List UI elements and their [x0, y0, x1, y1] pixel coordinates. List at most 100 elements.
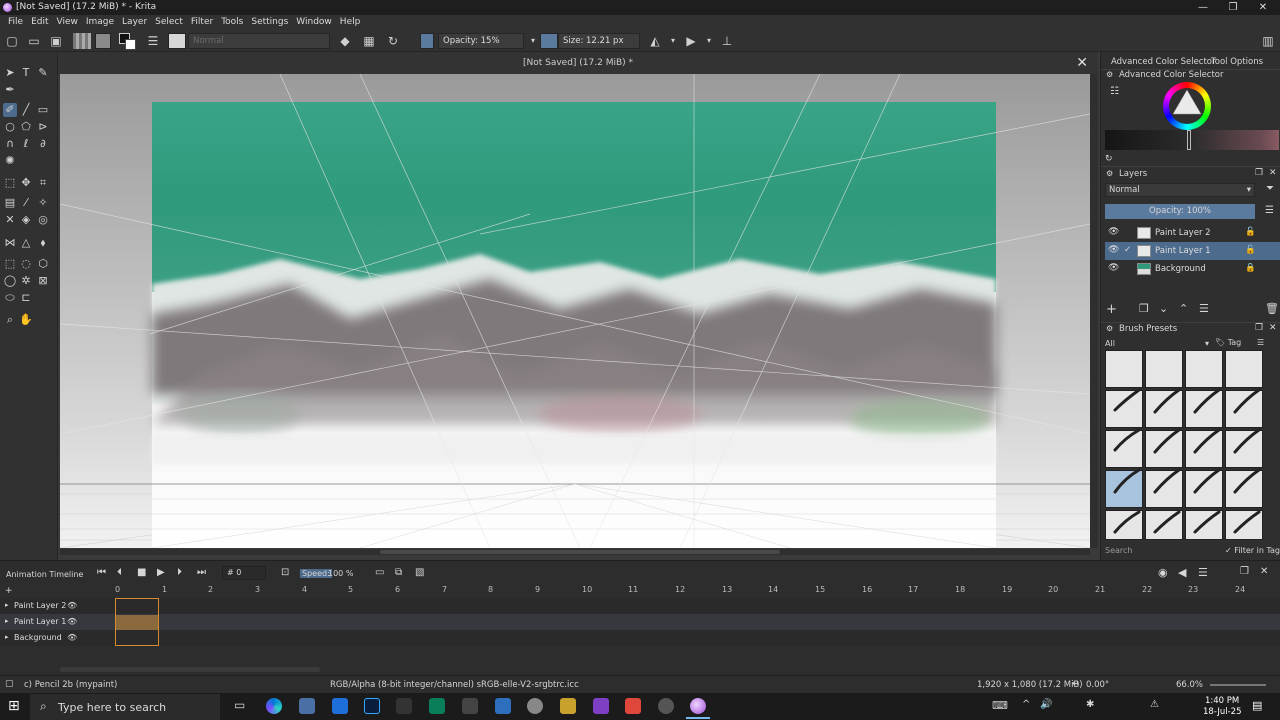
- minimize-button[interactable]: —: [1188, 0, 1218, 15]
- timeline-layer-row[interactable]: ▸ Paint Layer 2 👁: [0, 598, 1280, 614]
- visibility-eye-icon[interactable]: 👁: [67, 633, 77, 642]
- stop-icon[interactable]: ■: [137, 567, 146, 578]
- app-icon[interactable]: [299, 698, 315, 714]
- menu-file[interactable]: File: [4, 15, 27, 30]
- frame-input[interactable]: # 0: [222, 566, 266, 580]
- opacity-slider[interactable]: Opacity: 15%: [438, 33, 524, 49]
- polygon-tool-icon[interactable]: ⬠: [19, 120, 33, 134]
- workspace-icon[interactable]: ▥: [1261, 34, 1275, 48]
- menu-image[interactable]: Image: [82, 15, 118, 30]
- timeline-settings-icon[interactable]: ▧: [415, 567, 424, 578]
- layer-opacity-slider[interactable]: Opacity: 100%: [1105, 204, 1255, 219]
- save-icon[interactable]: ▣: [49, 34, 63, 48]
- layer-row-selected[interactable]: 👁 ✓ Paint Layer 1 🔓: [1105, 242, 1280, 260]
- magnetic-select-icon[interactable]: ⊏: [19, 291, 33, 305]
- add-icon[interactable]: +: [5, 586, 13, 596]
- frame-selection[interactable]: [115, 598, 159, 646]
- duplicate-layer-icon[interactable]: ❐: [1139, 302, 1149, 315]
- visibility-eye-icon[interactable]: 👁: [67, 617, 77, 626]
- chevron-down-icon[interactable]: ▾: [702, 34, 716, 48]
- layer-lock-icon[interactable]: 🔒: [1245, 263, 1256, 273]
- next-frame-icon[interactable]: ⏵: [177, 567, 182, 578]
- reload-preset-icon[interactable]: ↻: [386, 34, 400, 48]
- new-document-icon[interactable]: ▢: [5, 34, 19, 48]
- vertical-scrollbar[interactable]: [1090, 74, 1098, 548]
- brush-menu-icon[interactable]: ☰: [1257, 338, 1264, 347]
- mirror-vertical-icon[interactable]: ▶: [684, 34, 698, 48]
- polygon-select-icon[interactable]: ⬡: [36, 257, 50, 271]
- gear-icon[interactable]: ⚙: [1106, 70, 1113, 79]
- freehand-path-icon[interactable]: ℓ: [19, 137, 33, 151]
- restore-button[interactable]: ❐: [1218, 0, 1248, 15]
- clock-date[interactable]: 18-Jul-25: [1203, 707, 1242, 717]
- layer-blend-mode-select[interactable]: Normal ▾: [1105, 183, 1255, 197]
- calligraphy-icon[interactable]: ✒: [3, 83, 17, 97]
- keyboard-icon[interactable]: ⌨: [992, 699, 1008, 712]
- contiguous-select-icon[interactable]: ✲: [19, 274, 33, 288]
- brush-settings-icon[interactable]: ☰: [146, 34, 160, 48]
- drop-frames-icon[interactable]: ⊡: [281, 567, 289, 578]
- tab-tool-options[interactable]: Tool Options: [1211, 57, 1271, 69]
- timeline-scrollbar[interactable]: [60, 667, 320, 672]
- close-docker-icon[interactable]: ✕: [1269, 323, 1277, 333]
- audio-icon[interactable]: ◉: [1158, 566, 1168, 579]
- size-slider[interactable]: Size: 12.21 px: [558, 33, 640, 49]
- rectangle-tool-icon[interactable]: ▭: [36, 103, 50, 117]
- gear-icon[interactable]: ⚙: [1106, 169, 1113, 178]
- close-button[interactable]: ✕: [1248, 0, 1278, 15]
- freehand-brush-icon[interactable]: ✐: [3, 103, 17, 117]
- color-picker-icon[interactable]: ⁄: [19, 196, 33, 210]
- reference-images-icon[interactable]: ⬧: [36, 236, 50, 250]
- visibility-eye-icon[interactable]: 👁: [1108, 263, 1119, 273]
- menu-layer[interactable]: Layer: [118, 15, 151, 30]
- scrollbar-thumb[interactable]: [380, 550, 780, 554]
- brush-search-input[interactable]: Search: [1105, 546, 1132, 555]
- layer-properties-icon[interactable]: ☰: [1199, 302, 1209, 315]
- terminal-icon[interactable]: [396, 698, 412, 714]
- bezier-tool-icon[interactable]: ∩: [3, 137, 17, 151]
- color-history-strip[interactable]: [1105, 130, 1279, 150]
- similar-select-icon[interactable]: ⊠: [36, 274, 50, 288]
- menu-window[interactable]: Window: [292, 15, 336, 30]
- photoshop-icon[interactable]: [364, 698, 380, 714]
- app-icon[interactable]: [658, 698, 674, 714]
- add-layer-icon[interactable]: +: [1106, 302, 1117, 317]
- brush-filter-select[interactable]: All ▾: [1105, 338, 1209, 350]
- menu-edit[interactable]: Edit: [27, 15, 52, 30]
- ellipse-select-icon[interactable]: ◌: [19, 257, 33, 271]
- transform-tool-icon[interactable]: ⬚: [3, 176, 17, 190]
- drawing-canvas[interactable]: [60, 74, 1090, 548]
- open-folder-icon[interactable]: ▭: [27, 34, 41, 48]
- blend-mode-select[interactable]: Normal: [188, 33, 330, 49]
- enclose-fill-icon[interactable]: ◎: [36, 213, 50, 227]
- visibility-eye-icon[interactable]: 👁: [1108, 245, 1119, 255]
- krita-taskbar-icon[interactable]: [690, 698, 706, 714]
- tag-button[interactable]: 🏷 Tag: [1215, 338, 1241, 347]
- keyframe[interactable]: [116, 615, 158, 630]
- close-document-icon[interactable]: ✕: [1076, 55, 1088, 71]
- warning-icon[interactable]: ⚠: [1150, 699, 1159, 710]
- fg-bg-color-swatch[interactable]: [119, 33, 137, 50]
- onion-skin-icon[interactable]: ▭: [375, 567, 384, 578]
- bezier-select-icon[interactable]: ⬭: [3, 291, 17, 305]
- visibility-eye-icon[interactable]: 👁: [1108, 227, 1119, 237]
- zoom-tool-icon[interactable]: ⌕: [3, 313, 17, 327]
- filter-in-tag-checkbox[interactable]: ✓ Filter in Tag: [1225, 546, 1280, 555]
- select-shapes-icon[interactable]: ➤: [3, 66, 17, 80]
- menu-select[interactable]: Select: [151, 15, 187, 30]
- eraser-icon[interactable]: ◆: [338, 34, 352, 48]
- app-icon[interactable]: [560, 698, 576, 714]
- timeline-menu-icon[interactable]: ☰: [1198, 566, 1208, 579]
- horizontal-scrollbar[interactable]: [60, 549, 1090, 555]
- gradient-tool-icon[interactable]: ▤: [3, 196, 17, 210]
- menu-view[interactable]: View: [53, 15, 82, 30]
- windows-start-icon[interactable]: ⊞: [8, 698, 20, 714]
- float-docker-icon[interactable]: ❐: [1240, 566, 1249, 577]
- pan-tool-icon[interactable]: ✋: [19, 313, 33, 327]
- dynamic-brush-icon[interactable]: ∂: [36, 137, 50, 151]
- move-layer-down-icon[interactable]: ⌄: [1159, 302, 1168, 315]
- auto-key-icon[interactable]: ⧉: [395, 567, 402, 578]
- task-view-icon[interactable]: ▭: [234, 698, 245, 712]
- timeline-layer-row-selected[interactable]: ▸ Paint Layer 1 👁: [0, 614, 1280, 630]
- layer-row[interactable]: 👁 Paint Layer 2 🔓: [1105, 224, 1280, 242]
